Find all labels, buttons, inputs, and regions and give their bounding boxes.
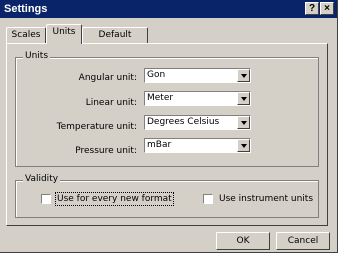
tab-strip: Scales Units Default values	[0, 23, 337, 54]
temperature-unit-row-label: Temperature unit:	[16, 121, 137, 135]
units-tab-panel: Units Angular unit: Gon Linear unit: Met…	[6, 43, 328, 226]
chevron-down-icon[interactable]	[237, 69, 250, 82]
angular-unit-value: Gon	[147, 70, 166, 80]
pressure-unit-value: mBar	[147, 140, 172, 150]
pressure-unit-select[interactable]: mBar	[144, 138, 251, 153]
cancel-button[interactable]: Cancel	[276, 232, 330, 250]
units-group-legend: Units	[23, 51, 51, 61]
linear-unit-select[interactable]: Meter	[144, 91, 251, 106]
chevron-down-icon[interactable]	[237, 92, 250, 105]
help-button[interactable]: ?	[305, 2, 319, 15]
temperature-unit-value: Degrees Celsius	[147, 117, 220, 127]
use-instrument-units-checkbox[interactable]	[203, 194, 213, 204]
title-bar[interactable]: Settings ? ×	[0, 0, 337, 18]
settings-dialog: Settings ? × Scales Units Default values…	[0, 0, 338, 253]
chevron-down-icon[interactable]	[237, 139, 250, 152]
units-group: Units Angular unit: Gon Linear unit: Met…	[15, 51, 319, 167]
use-instrument-units-label[interactable]: Use instrument units	[219, 194, 313, 204]
pressure-unit-row-label: Pressure unit:	[16, 145, 137, 159]
angular-unit-label: Angular unit:	[78, 73, 137, 83]
temperature-unit-label: Temperature unit:	[56, 122, 137, 132]
temperature-unit-select[interactable]: Degrees Celsius	[144, 115, 251, 130]
chevron-down-icon[interactable]	[237, 116, 250, 129]
ok-button[interactable]: OK	[216, 232, 270, 250]
validity-group-legend: Validity	[23, 174, 61, 184]
dialog-title: Settings	[4, 3, 48, 15]
linear-unit-value: Meter	[147, 93, 174, 103]
angular-unit-row-label: Angular unit:	[16, 72, 137, 86]
tab-units[interactable]: Units	[46, 24, 82, 44]
use-for-every-new-format-label[interactable]: Use for every new format	[55, 192, 174, 206]
linear-unit-label: Linear unit:	[85, 98, 137, 108]
validity-group: Validity Use for every new format Use in…	[15, 174, 319, 218]
pressure-unit-label: Pressure unit:	[75, 146, 137, 156]
use-for-every-new-format-checkbox[interactable]	[41, 194, 51, 204]
linear-unit-row-label: Linear unit:	[16, 97, 137, 111]
close-button[interactable]: ×	[320, 2, 334, 15]
tab-default-values[interactable]: Default values	[82, 27, 148, 54]
angular-unit-select[interactable]: Gon	[144, 68, 251, 83]
tab-scales[interactable]: Scales	[6, 27, 46, 43]
